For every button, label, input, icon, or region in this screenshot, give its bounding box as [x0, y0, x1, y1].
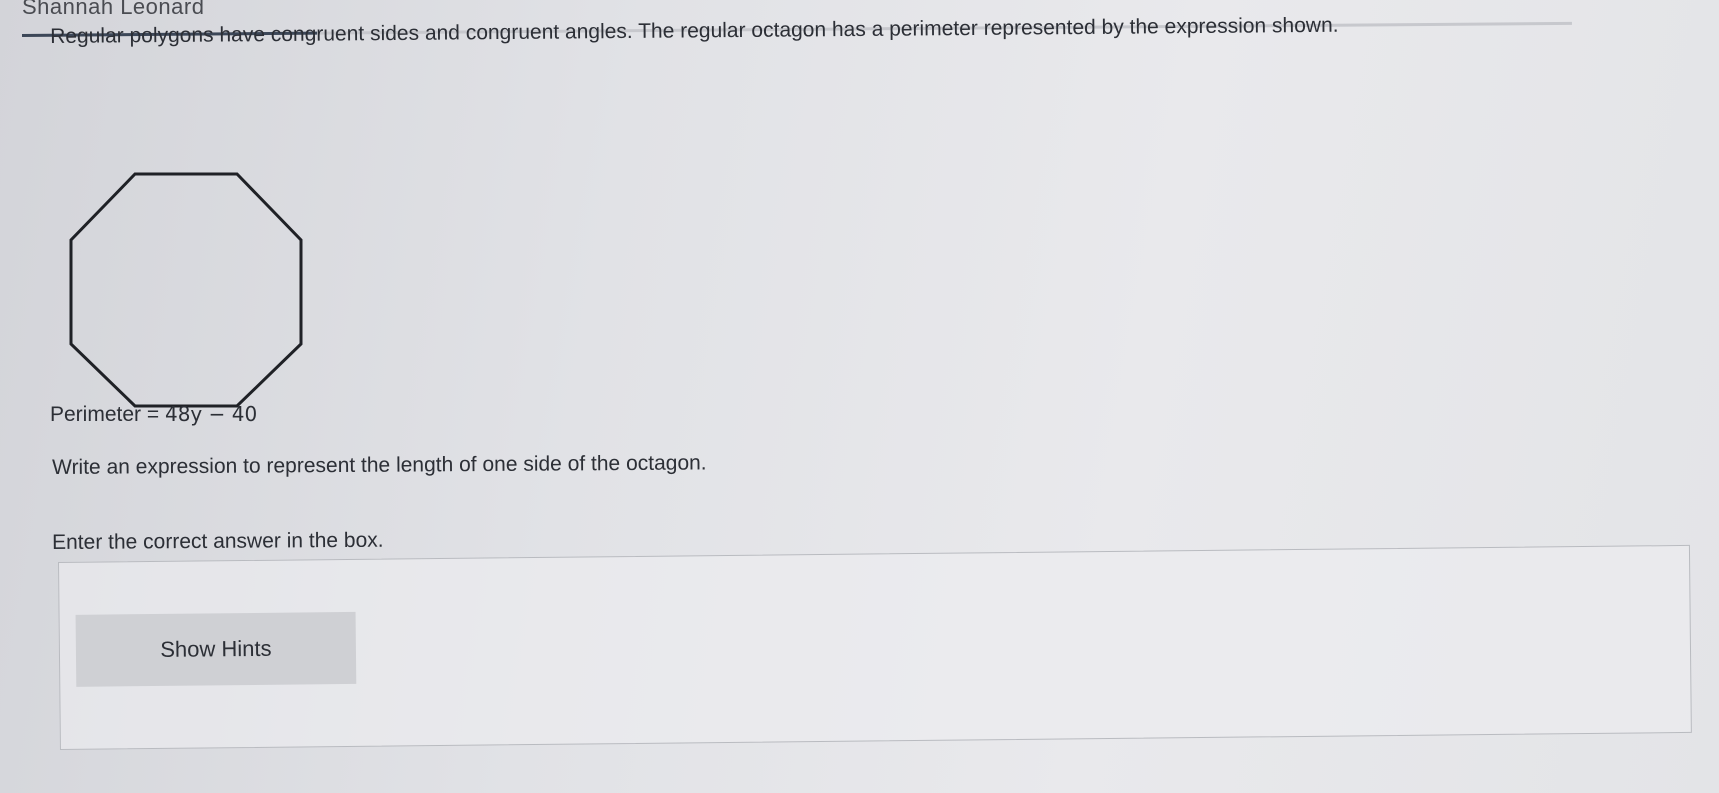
perimeter-equals: =: [146, 403, 160, 426]
show-hints-button[interactable]: Show Hints: [75, 611, 357, 687]
answer-panel: Show Hints: [58, 544, 1692, 750]
perimeter-label: Perimeter = 48y − 40: [50, 402, 257, 427]
perimeter-word: Perimeter: [50, 403, 142, 426]
octagon-shape: [69, 172, 303, 408]
question-task: Write an expression to represent the len…: [52, 451, 707, 479]
perimeter-expression: 48y − 40: [164, 402, 258, 426]
octagon-figure: [65, 168, 305, 412]
question-prompt: Regular polygons have congruent sides an…: [50, 13, 1339, 48]
octagon-icon: [69, 172, 303, 408]
answer-instruction: Enter the correct answer in the box.: [52, 528, 384, 554]
